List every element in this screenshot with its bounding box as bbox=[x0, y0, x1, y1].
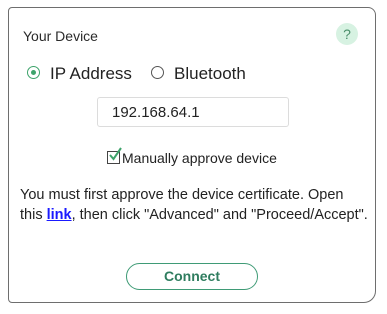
ip-address-input[interactable] bbox=[97, 97, 289, 127]
certificate-link[interactable]: link bbox=[47, 207, 72, 223]
device-panel: Your Device ? IP Address Bluetooth Manua… bbox=[8, 7, 376, 303]
manual-approve-checkbox[interactable]: Manually approve device bbox=[107, 147, 277, 166]
radio-checked-icon[interactable] bbox=[27, 66, 40, 80]
radio-unchecked-icon[interactable] bbox=[151, 66, 164, 80]
panel-title: Your Device bbox=[23, 28, 98, 44]
radio-bluetooth[interactable]: Bluetooth bbox=[151, 64, 246, 84]
checkbox-checked-icon[interactable] bbox=[107, 147, 122, 164]
certificate-instructions: You must first approve the device certif… bbox=[20, 185, 370, 225]
connect-button[interactable]: Connect bbox=[126, 263, 258, 290]
help-icon[interactable]: ? bbox=[336, 23, 358, 45]
radio-label-ip-address: IP Address bbox=[50, 64, 132, 83]
manual-approve-label: Manually approve device bbox=[122, 150, 277, 166]
radio-label-bluetooth: Bluetooth bbox=[174, 64, 246, 83]
radio-ip-address[interactable]: IP Address bbox=[27, 64, 132, 84]
instructions-text-after: , then click "Advanced" and "Proceed/Acc… bbox=[71, 207, 368, 223]
